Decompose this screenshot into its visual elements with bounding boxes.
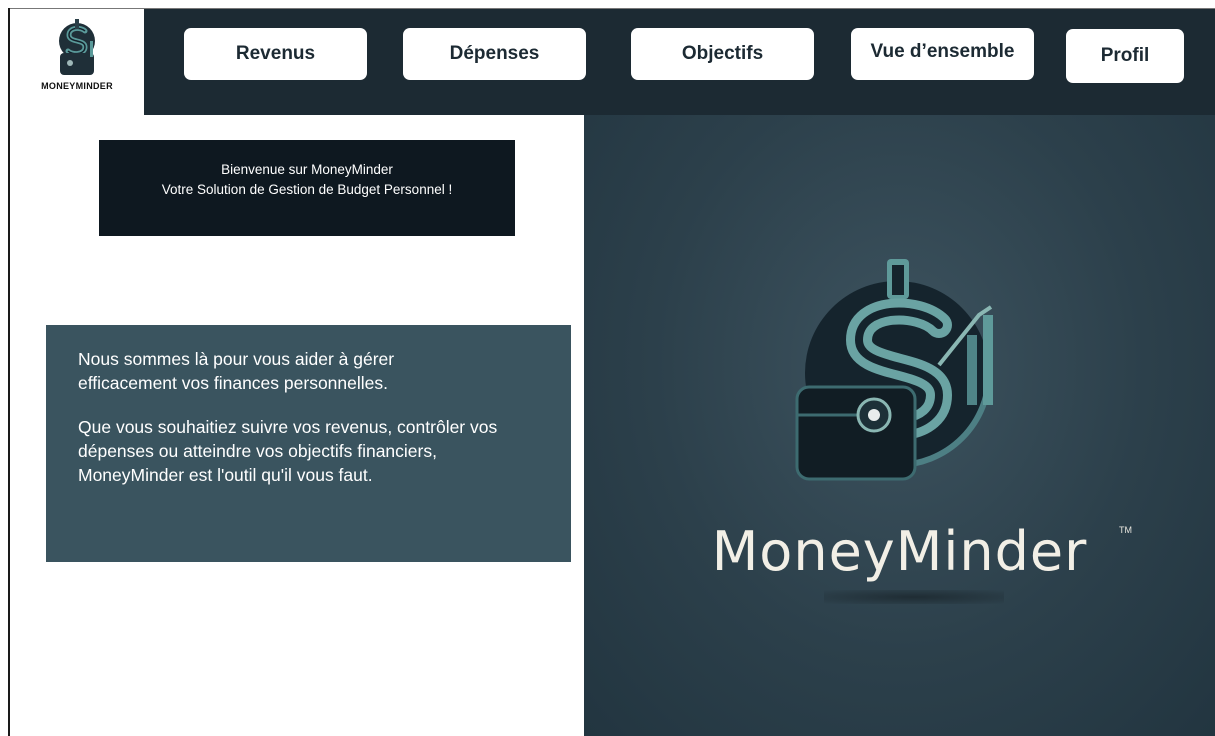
info-text-line: efficacement vos finances personnelles.	[78, 373, 388, 393]
trademark-mark: TM	[1119, 525, 1132, 535]
nav-depenses-button[interactable]: Dépenses	[403, 28, 586, 80]
info-text-line: Nous sommes là pour vous aider à gérer	[78, 349, 395, 369]
nav-objectifs-button[interactable]: Objectifs	[631, 28, 814, 80]
logo-text: MONEYMINDER	[41, 81, 113, 91]
nav-vue-ensemble-button[interactable]: Vue d’ensemble	[851, 28, 1034, 80]
app-logo[interactable]: MONEYMINDER	[10, 9, 144, 115]
info-text-line: MoneyMinder est l'outil qu'il vous faut.	[78, 465, 373, 485]
hero-brand-shadow	[824, 590, 1004, 604]
hero-panel: MoneyMinder TM	[584, 115, 1215, 736]
welcome-line-2: Votre Solution de Gestion de Budget Pers…	[161, 182, 453, 197]
dollar-wallet-hero-icon	[795, 259, 993, 481]
frame-left-border	[8, 8, 10, 736]
info-panel: Nous sommes là pour vous aider à gérer e…	[46, 325, 571, 562]
welcome-line-1: Bienvenue sur MoneyMinder	[221, 162, 393, 177]
info-text-line: dépenses ou atteindre vos objectifs fina…	[78, 441, 437, 461]
nav-revenus-button[interactable]: Revenus	[184, 28, 367, 80]
nav-profil-button[interactable]: Profil	[1066, 29, 1184, 83]
info-text-line: Que vous souhaitiez suivre vos revenus, …	[78, 417, 498, 437]
dollar-wallet-logo-icon	[59, 19, 95, 75]
welcome-banner: Bienvenue sur MoneyMinder Votre Solution…	[99, 140, 515, 236]
